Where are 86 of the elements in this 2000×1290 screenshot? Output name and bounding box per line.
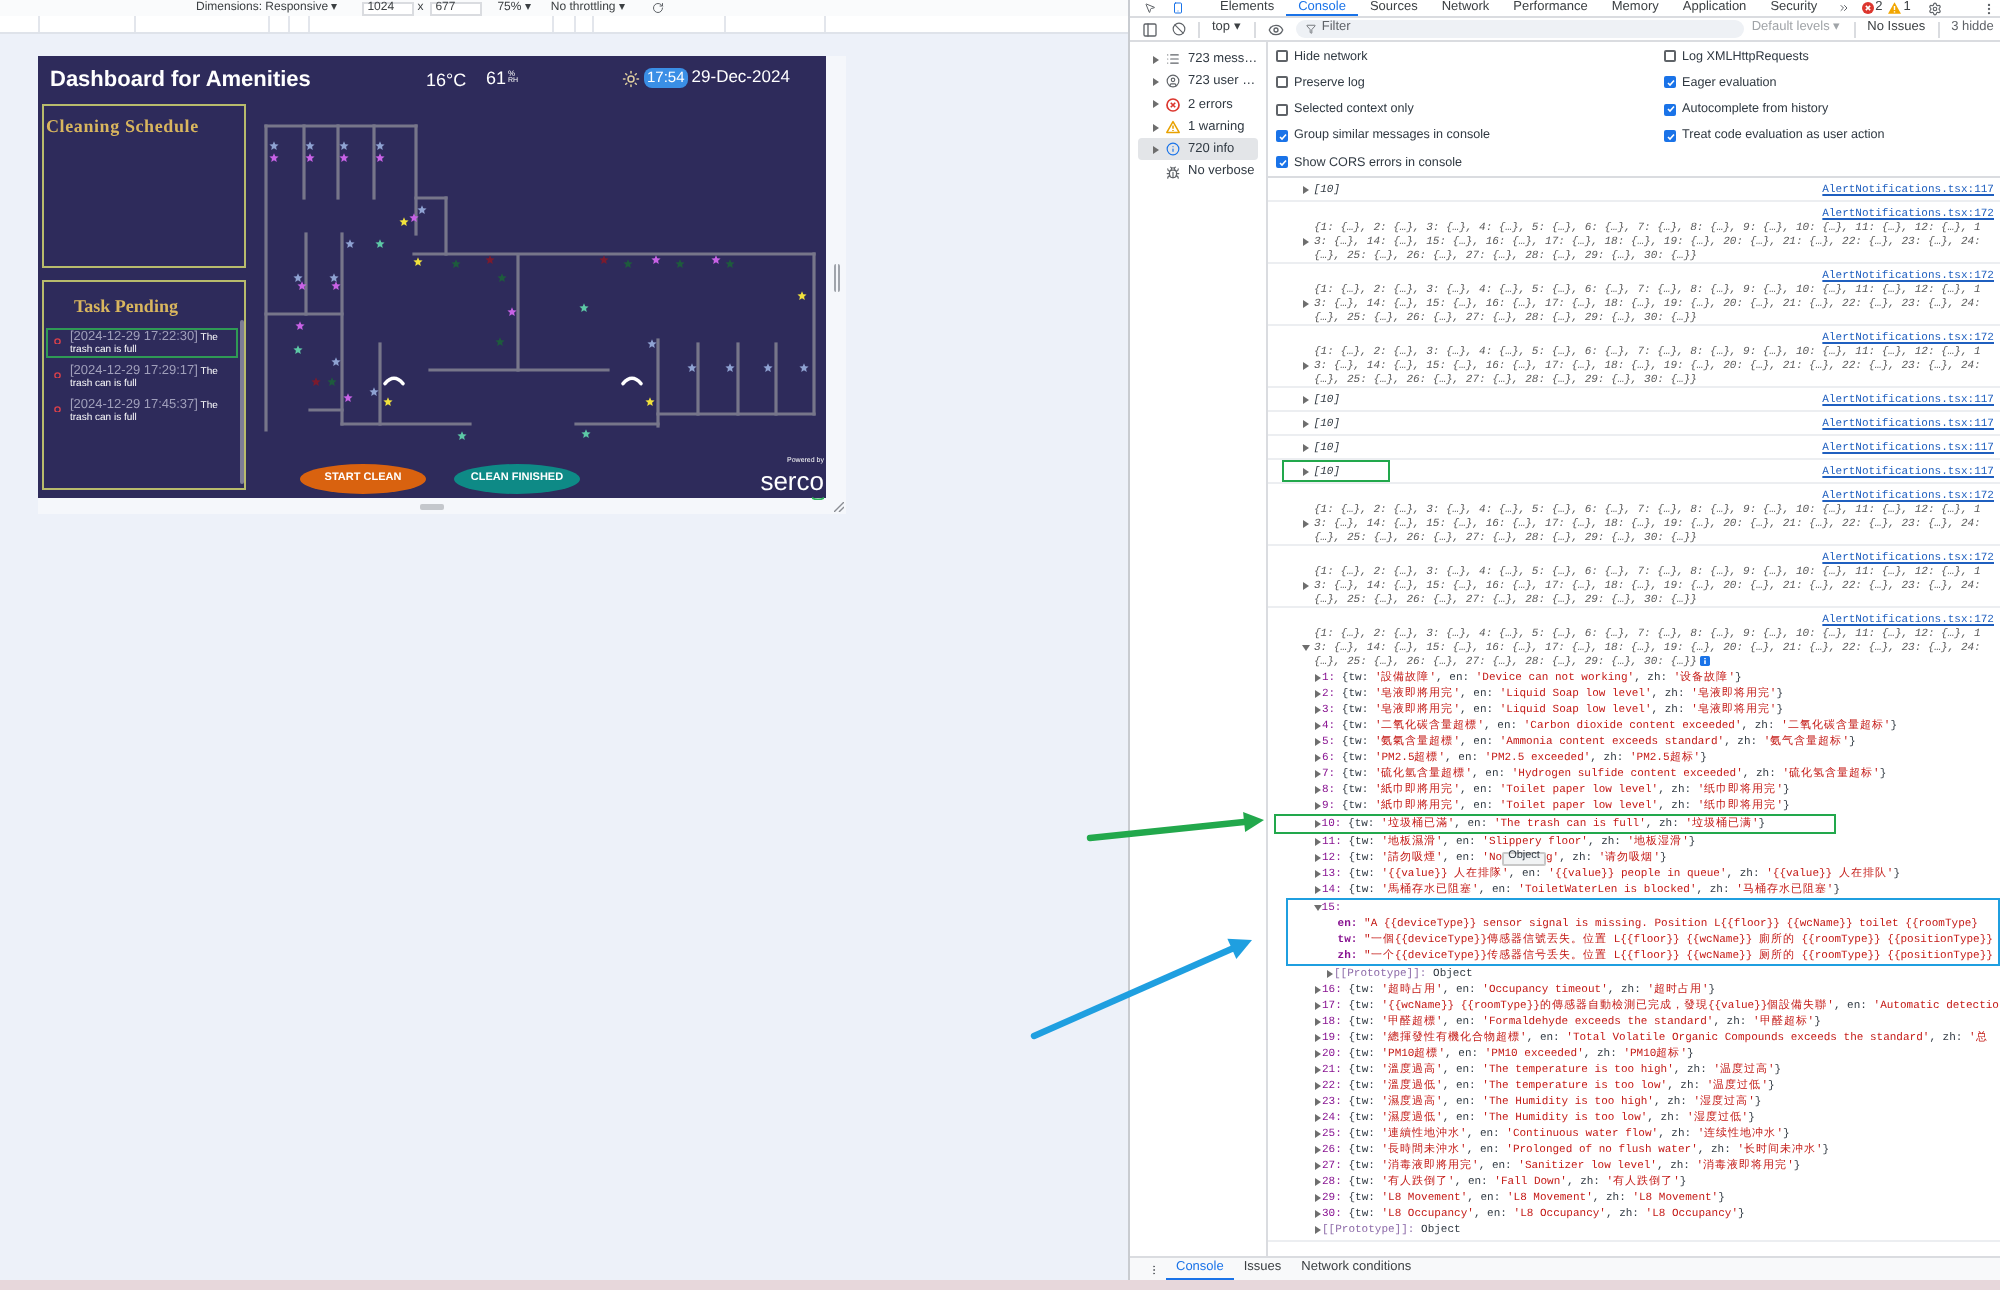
disclosure-triangle-icon[interactable] xyxy=(1301,185,1310,193)
disclosure-triangle-icon[interactable] xyxy=(1314,770,1322,778)
ring-icon xyxy=(54,371,61,378)
disclosure-triangle-icon[interactable] xyxy=(1314,1162,1322,1170)
disclosure-triangle-icon[interactable] xyxy=(1314,1226,1322,1234)
disclosure-triangle-icon[interactable] xyxy=(1314,738,1322,746)
disclosure-triangle-icon[interactable] xyxy=(1314,1194,1322,1202)
disclosure-triangle-icon[interactable] xyxy=(1152,55,1160,64)
checkbox[interactable] xyxy=(1276,50,1288,63)
panel-title: Task Pending xyxy=(74,296,178,316)
disclosure-triangle-icon[interactable] xyxy=(1314,1082,1322,1090)
disclosure-triangle-icon[interactable] xyxy=(1314,706,1322,714)
disclosure-triangle-icon[interactable] xyxy=(1314,986,1322,994)
warning-icon xyxy=(1165,120,1179,135)
disclosure-triangle-icon[interactable] xyxy=(1152,100,1160,109)
disclosure-triangle-icon[interactable] xyxy=(1314,1178,1322,1186)
disclosure-triangle-icon[interactable] xyxy=(1302,643,1310,651)
disclosure-triangle-icon[interactable] xyxy=(1314,802,1322,810)
disclosure-triangle-icon[interactable] xyxy=(1314,1130,1322,1138)
disclosure-triangle-icon[interactable] xyxy=(1314,1050,1322,1058)
disclosure-triangle-icon[interactable] xyxy=(1314,754,1322,762)
checkbox[interactable] xyxy=(1276,103,1288,116)
user-icon xyxy=(1165,74,1179,89)
list-icon xyxy=(1165,52,1179,67)
disclosure-triangle-icon[interactable] xyxy=(1314,870,1322,878)
humidity-reading: 61 xyxy=(486,67,507,89)
ring-icon xyxy=(54,337,61,344)
bug-icon xyxy=(1165,165,1179,180)
disclosure-triangle-icon[interactable] xyxy=(1301,443,1310,451)
disclosure-triangle-icon[interactable] xyxy=(1314,786,1322,794)
settings-icon[interactable] xyxy=(1928,1,1943,15)
disclosure-triangle-icon[interactable] xyxy=(1152,145,1160,154)
error-icon xyxy=(1165,97,1179,112)
disclosure-triangle-icon[interactable] xyxy=(1313,904,1322,912)
swoosh-icon xyxy=(812,495,824,500)
disclosure-triangle-icon[interactable] xyxy=(1314,1210,1322,1218)
ring-icon xyxy=(54,405,61,412)
info-icon xyxy=(1700,656,1711,666)
rotate-icon[interactable] xyxy=(652,2,665,14)
resize-handle[interactable] xyxy=(833,263,839,291)
temperature-reading: 16°C xyxy=(426,69,467,90)
disclosure-triangle-icon[interactable] xyxy=(1313,820,1322,828)
disclosure-triangle-icon[interactable] xyxy=(1314,1114,1322,1122)
brand-logo-text: serco xyxy=(760,465,824,496)
resize-grip-icon[interactable] xyxy=(834,501,844,511)
disclosure-triangle-icon[interactable] xyxy=(1302,581,1310,589)
disclosure-triangle-icon[interactable] xyxy=(1301,395,1310,403)
chevrons-right-icon[interactable] xyxy=(1837,2,1850,14)
eye-icon[interactable] xyxy=(1267,21,1284,37)
disclosure-triangle-icon[interactable] xyxy=(1314,1146,1322,1154)
disclosure-triangle-icon[interactable] xyxy=(1301,467,1310,475)
disclosure-triangle-icon[interactable] xyxy=(1302,299,1310,307)
disclosure-triangle-icon[interactable] xyxy=(1152,123,1160,132)
disclosure-triangle-icon[interactable] xyxy=(1314,1034,1322,1042)
disclosure-triangle-icon[interactable] xyxy=(1314,690,1322,698)
disclosure-triangle-icon[interactable] xyxy=(1314,722,1322,730)
disclosure-triangle-icon[interactable] xyxy=(1314,1066,1322,1074)
filter-icon xyxy=(1305,24,1316,34)
arc-icon xyxy=(383,376,405,386)
resize-handle[interactable] xyxy=(420,503,444,509)
disclosure-triangle-icon[interactable] xyxy=(1302,361,1310,369)
disclosure-triangle-icon[interactable] xyxy=(1314,674,1322,682)
info-icon xyxy=(1165,142,1179,157)
arc-icon xyxy=(621,376,643,386)
panel-title: Cleaning Schedule xyxy=(46,116,199,136)
more-menu-icon[interactable] xyxy=(1982,1,1996,15)
checkbox[interactable] xyxy=(1664,50,1676,63)
disclosure-triangle-icon[interactable] xyxy=(1314,838,1322,846)
disclosure-triangle-icon[interactable] xyxy=(1301,419,1310,427)
disclosure-triangle-icon[interactable] xyxy=(1152,77,1160,86)
sidebar-toggle-icon[interactable] xyxy=(1142,21,1158,37)
disclosure-triangle-icon[interactable] xyxy=(1314,1002,1322,1010)
disclosure-triangle-icon[interactable] xyxy=(1314,1018,1322,1026)
disclosure-triangle-icon[interactable] xyxy=(1302,519,1310,527)
phone-icon[interactable] xyxy=(1172,2,1184,14)
clear-console-icon[interactable] xyxy=(1172,22,1186,36)
disclosure-triangle-icon[interactable] xyxy=(1314,854,1322,862)
disclosure-triangle-icon[interactable] xyxy=(1302,237,1310,245)
dashboard-title: Dashboard for Amenities xyxy=(50,67,311,92)
checkbox[interactable] xyxy=(1276,76,1288,89)
cursor-icon[interactable] xyxy=(1144,2,1156,14)
disclosure-triangle-icon[interactable] xyxy=(1314,1098,1322,1106)
disclosure-triangle-icon[interactable] xyxy=(1314,886,1322,894)
date-label: 29-Dec-2024 xyxy=(691,68,790,88)
disclosure-triangle-icon[interactable] xyxy=(1326,970,1334,978)
sun-icon xyxy=(622,69,640,87)
